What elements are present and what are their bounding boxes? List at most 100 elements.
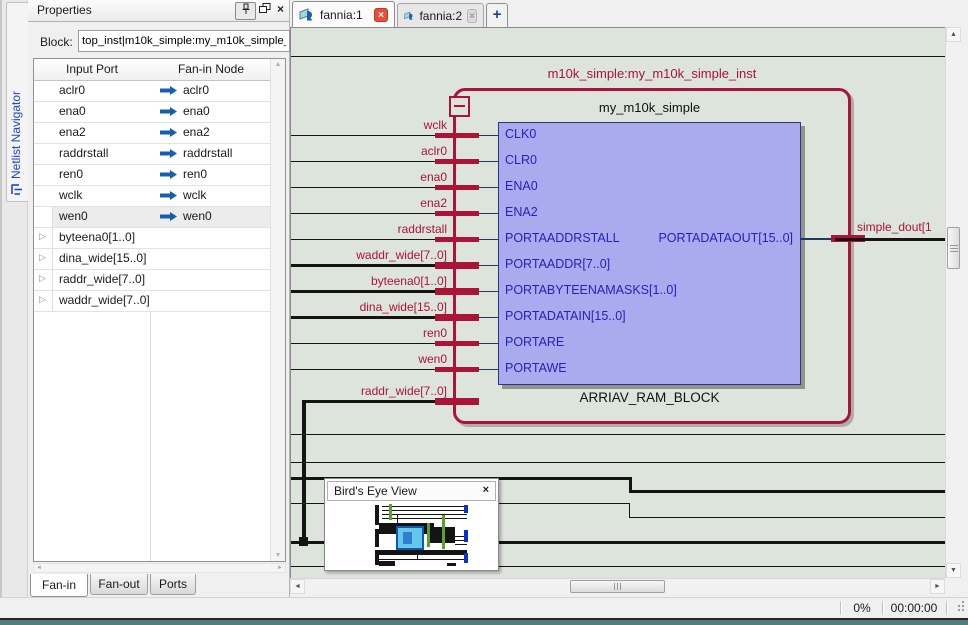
signal-label[interactable]: waddr_wide[7..0] [301, 248, 447, 262]
scroll-up-button[interactable]: ▲ [946, 27, 961, 42]
signal-wire[interactable] [302, 401, 306, 542]
signal-wire[interactable] [291, 213, 453, 214]
scroll-right-button[interactable]: ► [930, 579, 945, 594]
birds-eye-view-window[interactable]: Bird's Eye View × [324, 478, 499, 571]
input-port-cell[interactable]: byteena0[1..0] [53, 228, 150, 247]
net-wire[interactable] [291, 462, 946, 463]
collapse-instance-button[interactable] [449, 96, 470, 117]
table-row[interactable]: ▷ dina_wide[15..0] [34, 249, 271, 270]
canvas-vertical-scrollbar[interactable]: ▲ ▼ [945, 27, 961, 578]
net-wire[interactable] [291, 434, 946, 435]
scroll-up-arrow-icon[interactable]: ▲ [271, 61, 285, 68]
input-port-cell[interactable]: ren0 [53, 165, 150, 184]
output-signal-label[interactable]: simple_dout[1 [857, 220, 932, 234]
resize-grip[interactable] [954, 601, 965, 615]
signal-wire[interactable] [302, 400, 453, 403]
signal-label[interactable]: byteena0[1..0] [301, 274, 447, 288]
input-port-cell[interactable]: wclk [53, 186, 150, 205]
scroll-left-button[interactable]: ◄ [290, 579, 305, 594]
schematic-canvas[interactable]: m10k_simple:my_m10k_simple_inst my_m10k_… [290, 27, 946, 579]
signal-label[interactable]: ena2 [301, 196, 447, 210]
birds-eye-body[interactable] [327, 503, 496, 568]
net-wire[interactable] [291, 56, 946, 57]
horizontal-scroll-thumb[interactable] [570, 580, 665, 593]
table-row[interactable]: wen0wen0 [34, 207, 271, 228]
document-tab[interactable]: fannia:1× [292, 1, 395, 27]
input-port-cell[interactable]: aclr0 [53, 81, 150, 100]
table-row[interactable]: raddrstallraddrstall [34, 144, 271, 165]
table-row[interactable]: ▷ raddr_wide[7..0] [34, 270, 271, 291]
signal-wire[interactable] [291, 135, 453, 136]
birds-eye-titlebar[interactable]: Bird's Eye View × [327, 481, 496, 501]
input-port-cell[interactable]: waddr_wide[7..0] [53, 291, 150, 310]
pin-button[interactable] [235, 2, 256, 20]
signal-label[interactable]: raddr_wide[7..0] [301, 384, 447, 398]
signal-label[interactable]: dina_wide[15..0] [301, 300, 447, 314]
float-panel-button[interactable] [259, 3, 271, 17]
signal-wire[interactable] [291, 161, 453, 162]
tab-ports[interactable]: Ports [150, 574, 196, 595]
input-port-cell[interactable]: dina_wide[15..0] [53, 249, 150, 268]
fanin-node-cell[interactable]: raddrstall [151, 144, 271, 163]
signal-wire[interactable] [291, 239, 453, 240]
table-row[interactable]: ▷ waddr_wide[7..0] [34, 291, 271, 312]
close-panel-button[interactable]: × [277, 2, 284, 16]
input-port-cell[interactable]: ena2 [53, 123, 150, 142]
netlist-navigator-tab[interactable]: Netlist Navigator [6, 2, 29, 202]
scroll-left-arrow-icon[interactable]: ◄ [36, 564, 42, 572]
table-row[interactable]: ren0ren0 [34, 165, 271, 186]
table-row[interactable]: aclr0aclr0 [34, 81, 271, 102]
fanin-node-cell[interactable]: ena2 [151, 123, 271, 142]
input-port-cell[interactable]: wen0 [53, 207, 150, 226]
tab-fan-in[interactable]: Fan-in [30, 574, 88, 597]
tree-expander-icon[interactable]: ▷ [39, 252, 46, 263]
block-input[interactable] [78, 30, 290, 52]
tree-expander-icon[interactable]: ▷ [39, 294, 46, 305]
signal-wire[interactable] [291, 316, 453, 319]
table-horizontal-scrollbar[interactable]: ◄ ► [33, 563, 286, 573]
signal-label[interactable]: wen0 [301, 352, 447, 366]
signal-label[interactable]: raddrstall [301, 222, 447, 236]
fanin-node-cell[interactable]: ena0 [151, 102, 271, 121]
column-header-input-port[interactable]: Input Port [34, 59, 150, 80]
tab-close-button[interactable]: × [467, 9, 477, 23]
signal-label[interactable]: wclk [301, 118, 447, 132]
output-wire[interactable] [835, 238, 946, 241]
net-wire-jog[interactable] [629, 503, 630, 518]
document-tab[interactable]: fannia:2× [397, 3, 484, 27]
birds-eye-close-button[interactable]: × [483, 484, 489, 496]
canvas-horizontal-scrollbar[interactable]: ◄ ► [290, 578, 945, 594]
signal-wire[interactable] [291, 187, 453, 188]
table-row[interactable]: ▷ byteena0[1..0] [34, 228, 271, 249]
signal-label[interactable]: ren0 [301, 326, 447, 340]
tab-close-button[interactable]: × [374, 8, 388, 22]
net-wire-jog[interactable] [629, 477, 632, 491]
scroll-down-arrow-icon[interactable]: ▼ [271, 552, 285, 559]
signal-wire[interactable] [291, 264, 453, 267]
net-wire[interactable] [629, 490, 946, 493]
input-port-cell[interactable]: raddrstall [53, 144, 150, 163]
fanin-node-cell[interactable]: aclr0 [151, 81, 271, 100]
signal-wire[interactable] [291, 290, 453, 293]
scroll-down-button[interactable]: ▼ [946, 563, 961, 578]
table-row[interactable]: ena0ena0 [34, 102, 271, 123]
fanin-node-cell[interactable]: wclk [151, 186, 271, 205]
new-tab-button[interactable]: + [486, 3, 508, 27]
table-vertical-scrollbar[interactable]: ▲ ▼ [270, 59, 285, 561]
tree-expander-icon[interactable]: ▷ [39, 273, 46, 284]
table-row[interactable]: wclkwclk [34, 186, 271, 207]
fanin-node-cell[interactable]: wen0 [151, 207, 271, 226]
net-wire[interactable] [629, 517, 946, 518]
tree-expander-icon[interactable]: ▷ [39, 231, 46, 242]
scroll-right-arrow-icon[interactable]: ► [277, 564, 283, 572]
table-row[interactable]: ena2ena2 [34, 123, 271, 144]
fanin-node-cell[interactable]: ren0 [151, 165, 271, 184]
signal-wire[interactable] [291, 343, 453, 344]
signal-label[interactable]: ena0 [301, 170, 447, 184]
input-port-cell[interactable]: raddr_wide[7..0] [53, 270, 150, 289]
vertical-scroll-thumb[interactable] [947, 227, 960, 269]
signal-wire[interactable] [291, 369, 453, 370]
input-port-cell[interactable]: ena0 [53, 102, 150, 121]
signal-label[interactable]: aclr0 [301, 144, 447, 158]
column-header-fanin-node[interactable]: Fan-in Node [151, 59, 271, 80]
